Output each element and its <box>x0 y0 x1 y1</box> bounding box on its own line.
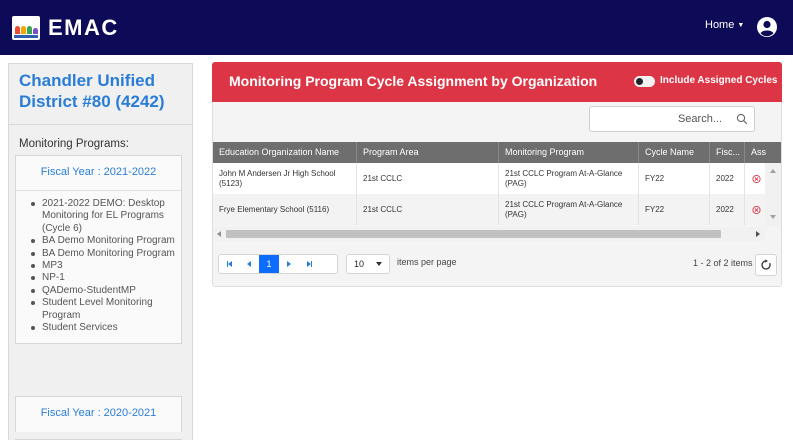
item-count: 1 - 2 of 2 items <box>693 258 753 268</box>
column-header-monitoring-program[interactable]: Monitoring Program <box>499 142 639 163</box>
grid-body: John M Andersen Jr High School (5123) 21… <box>213 163 765 225</box>
cell-cycle-name: FY22 <box>639 163 710 194</box>
fiscal-year-panel-2020-2021: Fiscal Year : 2020-2021 <box>15 396 182 432</box>
cell-assigned <box>745 163 765 194</box>
pagination-buttons: 1 <box>218 254 338 274</box>
emac-logo[interactable] <box>12 16 40 40</box>
fiscal-year-panel-2021-2022: Fiscal Year : 2021-2022 2021-2022 DEMO: … <box>15 155 182 345</box>
prev-page-button[interactable] <box>239 255 259 273</box>
top-navbar: EMAC Home ▼ <box>0 0 793 55</box>
program-item[interactable]: 2021-2022 DEMO: Desktop Monitoring for E… <box>30 198 175 235</box>
toggle-knob <box>636 78 643 85</box>
fiscal-year-2020-2021-header[interactable]: Fiscal Year : 2020-2021 <box>16 397 181 432</box>
cell-cycle-name: FY22 <box>639 194 710 225</box>
cell-program-area: 21st CCLC <box>357 163 499 194</box>
dropdown-arrow-icon <box>376 262 382 266</box>
divider <box>9 124 192 125</box>
column-header-org[interactable]: Education Organization Name <box>213 142 357 163</box>
first-page-button[interactable] <box>219 255 239 273</box>
first-page-icon <box>226 261 232 267</box>
cell-monitoring-program: 21st CCLC Program At-A-Glance (PAG) <box>499 194 639 225</box>
last-page-button[interactable] <box>299 255 319 273</box>
grid-header: Education Organization Name Program Area… <box>213 142 781 163</box>
remove-circle-icon[interactable] <box>752 174 761 184</box>
include-assigned-label[interactable]: Include Assigned Cycles <box>660 75 777 86</box>
scroll-down-icon[interactable] <box>770 215 776 219</box>
home-menu[interactable]: Home ▼ <box>705 19 744 31</box>
monitoring-programs-title: Monitoring Programs: <box>19 138 129 150</box>
table-row[interactable]: Frye Elementary School (5116) 21st CCLC … <box>213 194 765 225</box>
program-item[interactable]: BA Demo Monitoring Program <box>30 248 175 260</box>
scroll-left-icon[interactable] <box>217 231 221 237</box>
brand-title[interactable]: EMAC <box>48 15 119 41</box>
next-page-button[interactable] <box>279 255 299 273</box>
page-size-value: 10 <box>354 259 365 269</box>
pager: 1 10 items per page 1 - 2 of 2 items <box>213 241 781 286</box>
horizontal-scrollbar[interactable] <box>213 227 765 241</box>
cell-assigned <box>745 194 765 225</box>
caret-down-icon: ▼ <box>737 22 745 29</box>
page-size-select[interactable]: 10 <box>346 254 390 274</box>
scroll-up-icon[interactable] <box>770 169 776 173</box>
search-input[interactable] <box>590 107 730 131</box>
scrollbar-thumb[interactable] <box>226 230 721 238</box>
program-item[interactable]: QADemo-StudentMP <box>30 285 175 297</box>
data-grid: Education Organization Name Program Area… <box>213 102 781 286</box>
column-header-assigned[interactable]: Ass <box>745 142 781 163</box>
program-item[interactable]: Student Services <box>30 322 175 334</box>
cell-org: Frye Elementary School (5116) <box>213 194 357 225</box>
organization-name: Chandler Unified District #80 (4242) <box>19 71 165 111</box>
prev-page-icon <box>247 261 251 267</box>
scroll-right-icon[interactable] <box>756 231 760 237</box>
card-header: Monitoring Program Cycle Assignment by O… <box>212 62 782 102</box>
sidebar: Chandler Unified District #80 (4242) Mon… <box>8 63 193 440</box>
home-menu-label: Home <box>705 19 735 31</box>
search-icon[interactable] <box>736 113 748 125</box>
cell-program-area: 21st CCLC <box>357 194 499 225</box>
refresh-icon <box>761 259 771 270</box>
program-item[interactable]: MP3 <box>30 260 175 272</box>
items-per-page-label: items per page <box>397 257 457 267</box>
cell-org: John M Andersen Jr High School (5123) <box>213 163 357 194</box>
table-row[interactable]: John M Andersen Jr High School (5123) 21… <box>213 163 765 194</box>
fiscal-year-2021-2022-header[interactable]: Fiscal Year : 2021-2022 <box>16 156 181 191</box>
include-assigned-toggle[interactable] <box>634 76 655 87</box>
refresh-button[interactable] <box>755 254 777 276</box>
column-header-fiscal-year[interactable]: Fisc... <box>710 142 745 163</box>
search-box <box>589 106 755 132</box>
column-header-program-area[interactable]: Program Area <box>357 142 499 163</box>
remove-circle-icon[interactable] <box>752 205 761 215</box>
card-title: Monitoring Program Cycle Assignment by O… <box>229 73 598 89</box>
user-circle-icon[interactable] <box>756 16 778 38</box>
assignment-card: Monitoring Program Cycle Assignment by O… <box>212 62 782 287</box>
last-page-icon <box>306 261 312 267</box>
program-item[interactable]: NP-1 <box>30 272 175 284</box>
next-page-icon <box>287 261 291 267</box>
cell-fiscal-year: 2022 <box>710 194 745 225</box>
page-1-button[interactable]: 1 <box>259 255 279 273</box>
program-list: 2021-2022 DEMO: Desktop Monitoring for E… <box>16 191 181 343</box>
cell-fiscal-year: 2022 <box>710 163 745 194</box>
cell-monitoring-program: 21st CCLC Program At-A-Glance (PAG) <box>499 163 639 194</box>
vertical-scrollbar[interactable] <box>765 163 781 227</box>
program-item[interactable]: Student Level Monitoring Program <box>30 297 175 322</box>
column-header-cycle-name[interactable]: Cycle Name <box>639 142 710 163</box>
program-item[interactable]: BA Demo Monitoring Program <box>30 235 175 247</box>
